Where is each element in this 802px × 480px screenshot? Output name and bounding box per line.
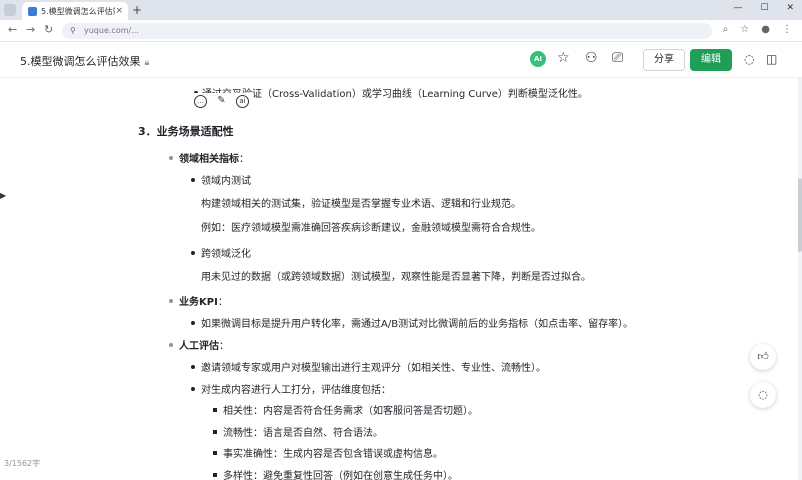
colon: ： bbox=[219, 341, 229, 352]
list-bullet bbox=[191, 321, 195, 325]
word-count: 3/1562字 bbox=[4, 459, 41, 468]
present-icon[interactable]: ⎚ bbox=[612, 50, 623, 66]
document-title-area: 5.模型微调怎么评估效果 🔒︎ bbox=[20, 53, 149, 69]
ai-icon[interactable]: ai bbox=[236, 95, 249, 108]
list-item: 通过交叉验证（Cross-Validation）或学习曲线（Learning C… bbox=[202, 89, 588, 100]
back-icon[interactable]: ← bbox=[8, 23, 17, 36]
site-favicon-icon bbox=[28, 6, 37, 16]
close-tab-icon[interactable]: × bbox=[115, 6, 123, 16]
window-controls: — ☐ ✕ bbox=[733, 3, 794, 13]
list-item: 多样性：避免重复性回答（例如在创意生成任务中）。 bbox=[223, 471, 458, 480]
list-bullet bbox=[213, 408, 217, 412]
url-text: yuque.com/... bbox=[84, 26, 139, 35]
edit-button[interactable]: 编辑 bbox=[690, 49, 732, 71]
ai-assistant-icon[interactable]: AI bbox=[530, 51, 546, 67]
comment-icon[interactable]: … bbox=[194, 95, 207, 108]
browser-tab-title: 5.模型微调怎么评估效果 bbox=[41, 6, 115, 16]
list-bullet bbox=[169, 156, 173, 160]
maximize-icon[interactable]: ☐ bbox=[760, 3, 768, 13]
list-item: 邀请领域专家或用户对模型输出进行主观评分（如相关性、专业性、流畅性）。 bbox=[201, 363, 546, 374]
scrollbar-thumb[interactable] bbox=[798, 178, 802, 252]
browser-toolbar: ← → ↻ ⚲ yuque.com/... ⌕ ☆ ● ⋮ bbox=[0, 20, 802, 42]
list-bullet bbox=[213, 451, 217, 455]
list-bullet bbox=[169, 343, 173, 347]
list-item: 流畅性：语言是否自然、符合语法。 bbox=[223, 428, 383, 439]
document-title: 5.模型微调怎么评估效果 bbox=[20, 55, 141, 68]
site-info-icon[interactable]: ⚲ bbox=[70, 23, 76, 39]
list-item: 领域内测试 bbox=[201, 176, 251, 187]
list-bullet bbox=[191, 365, 195, 369]
list-item: 人工评估： bbox=[179, 337, 229, 352]
browser-tab[interactable]: 5.模型微调怎么评估效果 × bbox=[22, 2, 128, 20]
bookmark-star-icon[interactable]: ☆ bbox=[740, 24, 749, 35]
sidebar-toggle-icon[interactable]: ◫ bbox=[766, 52, 777, 66]
document-header: 5.模型微调怎么评估效果 🔒︎ AI ☆ ⚇ ⎚ 分享 编辑 ◌ ◫ bbox=[0, 42, 802, 78]
floating-toolbar: … ✎ ai bbox=[190, 93, 253, 110]
list-item: 对生成内容进行人工打分，评估维度包括： bbox=[201, 385, 391, 396]
zoom-icon[interactable]: ⌕ bbox=[723, 24, 729, 35]
list-item: 事实准确性：生成内容是否包含错误或虚构信息。 bbox=[223, 449, 443, 460]
lock-icon: 🔒︎ bbox=[144, 58, 150, 68]
list-item-heading: 业务KPI bbox=[179, 297, 218, 308]
colon: ： bbox=[217, 297, 228, 308]
tab-search-icon[interactable] bbox=[4, 4, 16, 16]
list-item: 跨领域泛化 bbox=[201, 249, 251, 260]
address-bar[interactable]: ⚲ yuque.com/... bbox=[62, 23, 712, 39]
thumbs-up-icon: 👍︎ bbox=[757, 350, 769, 363]
list-item: 相关性：内容是否符合任务需求（如客服问答是否切题）。 bbox=[223, 406, 478, 417]
paragraph: 用未见过的数据（或跨领域数据）测试模型，观察性能是否显著下降，判断是否过拟合。 bbox=[201, 272, 591, 283]
like-button[interactable]: 👍︎ bbox=[750, 344, 776, 370]
list-bullet bbox=[191, 178, 195, 182]
close-window-icon[interactable]: ✕ bbox=[786, 3, 794, 13]
comment-icon: ◌ bbox=[758, 388, 768, 401]
pen-icon[interactable]: ✎ bbox=[215, 95, 228, 108]
list-bullet bbox=[191, 251, 195, 255]
list-item: 如果微调目标是提升用户转化率，需通过A/B测试对比微调前后的业务指标（如点击率、… bbox=[201, 319, 634, 330]
forward-icon[interactable]: → bbox=[26, 23, 35, 36]
new-tab-button[interactable]: + bbox=[132, 2, 142, 18]
list-item-heading: 领域相关指标 bbox=[179, 154, 239, 165]
list-bullet bbox=[213, 473, 217, 477]
add-collaborator-icon[interactable]: ⚇ bbox=[585, 50, 598, 66]
list-bullet bbox=[191, 387, 195, 391]
browser-menu-icon[interactable]: ⋮ bbox=[782, 24, 792, 35]
list-item: 领域相关指标： bbox=[179, 150, 249, 165]
share-button[interactable]: 分享 bbox=[643, 49, 685, 71]
section-heading: 3．业务场景适配性 bbox=[138, 125, 234, 138]
browser-tab-strip: 5.模型微调怎么评估效果 × + — ☐ ✕ bbox=[0, 0, 802, 20]
paragraph: 例如：医疗领域模型需准确回答疾病诊断建议，金融领域模型需符合合规性。 bbox=[201, 223, 541, 234]
list-item: 业务KPI： bbox=[179, 293, 228, 308]
list-bullet bbox=[169, 299, 173, 303]
paragraph: 构建领域相关的测试集，验证模型是否掌握专业术语、逻辑和行业规范。 bbox=[201, 199, 521, 210]
document-body: 通过交叉验证（Cross-Validation）或学习曲线（Learning C… bbox=[0, 78, 798, 480]
scrollbar[interactable] bbox=[798, 78, 802, 480]
browser-actions: ⌕ ☆ ● ⋮ bbox=[723, 24, 792, 35]
list-item-heading: 人工评估 bbox=[179, 341, 219, 352]
colon: ： bbox=[239, 154, 249, 165]
expand-outline-icon[interactable]: ▶ bbox=[0, 186, 8, 206]
star-icon[interactable]: ☆ bbox=[557, 50, 570, 66]
reload-icon[interactable]: ↻ bbox=[44, 23, 53, 36]
minimize-icon[interactable]: — bbox=[733, 3, 742, 13]
profile-icon[interactable]: ● bbox=[761, 24, 770, 35]
list-bullet bbox=[213, 430, 217, 434]
comments-icon[interactable]: ◌ bbox=[744, 52, 754, 66]
comment-button[interactable]: ◌ bbox=[750, 382, 776, 408]
